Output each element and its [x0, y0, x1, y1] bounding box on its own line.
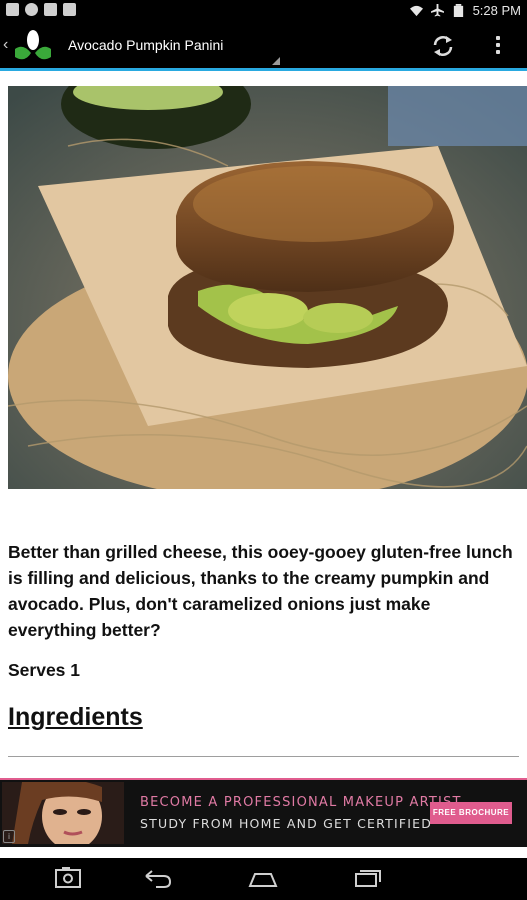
- recipe-description: Better than grilled cheese, this ooey-go…: [8, 542, 513, 640]
- ad-banner[interactable]: BECOME A PROFESSIONAL MAKEUP ARTIST STUD…: [0, 778, 527, 847]
- app-logo-icon[interactable]: [13, 29, 53, 63]
- status-right-icons: 5:28 PM: [409, 3, 521, 18]
- airplane-icon: [430, 4, 444, 17]
- gallery-icon: [6, 3, 19, 16]
- ad-info-icon[interactable]: i: [3, 830, 15, 843]
- status-time: 5:28 PM: [472, 3, 521, 18]
- page-title[interactable]: Avocado Pumpkin Panini: [68, 37, 223, 53]
- recents-icon[interactable]: [352, 866, 384, 890]
- spinner-indicator-icon: [272, 57, 280, 65]
- notification-icon: [25, 3, 38, 16]
- panini-image: [8, 86, 527, 489]
- navigation-bar: [0, 858, 527, 900]
- battery-icon: [453, 4, 463, 17]
- home-icon[interactable]: [247, 866, 279, 890]
- gmail-icon: [44, 3, 57, 16]
- up-chevron-icon[interactable]: ‹: [3, 36, 8, 54]
- serves-text: Serves 1: [8, 660, 81, 680]
- recipe-photo: [8, 86, 527, 489]
- ingredients-heading: Ingredients: [8, 703, 143, 731]
- ad-brochure-button[interactable]: FREE BROCHURE: [430, 802, 512, 824]
- action-bar-divider: [0, 68, 527, 71]
- screenshot-icon[interactable]: [54, 866, 82, 890]
- wifi-icon: [409, 5, 423, 17]
- section-divider: [8, 756, 519, 757]
- download-icon: [63, 3, 76, 16]
- ad-headline: BECOME A PROFESSIONAL MAKEUP ARTIST: [140, 795, 462, 810]
- status-left-icons: [6, 3, 76, 16]
- status-bar: 5:28 PM: [0, 0, 527, 23]
- ad-model-image: [2, 782, 124, 844]
- refresh-icon[interactable]: [430, 33, 456, 59]
- overflow-menu-icon[interactable]: [488, 33, 508, 59]
- back-icon[interactable]: [142, 866, 174, 890]
- action-bar: ‹ Avocado Pumpkin Panini: [0, 23, 527, 68]
- ad-subline: STUDY FROM HOME AND GET CERTIFIED: [140, 816, 433, 831]
